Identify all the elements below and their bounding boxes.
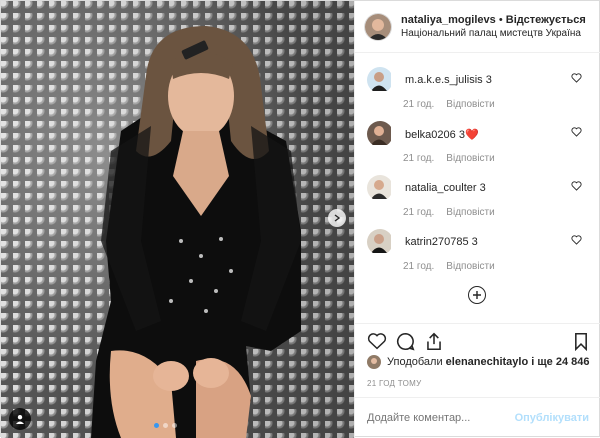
carousel-dot — [163, 423, 168, 428]
reply-button[interactable]: Відповісти — [446, 99, 494, 110]
carousel-dot — [154, 423, 159, 428]
tagged-users-button[interactable] — [9, 408, 31, 430]
commenter-username[interactable]: natalia_coulter — [405, 182, 477, 194]
reply-button[interactable]: Відповісти — [446, 261, 494, 272]
commenter-username[interactable]: belka0206 — [405, 129, 456, 141]
comment-age: 21 год. — [403, 207, 435, 218]
save-bookmark-icon[interactable] — [574, 332, 588, 351]
post-dialog: nataliya_mogilevs • Відстежується Націон… — [0, 0, 600, 438]
comment-age: 21 год. — [403, 261, 435, 272]
post-location[interactable]: Національний палац мистецтв Україна — [401, 27, 586, 41]
publish-button[interactable]: Опублікувати — [515, 412, 589, 424]
comment-item: belka0206 3❤️ 21 год. Відповісти — [367, 121, 592, 164]
post-sidebar: nataliya_mogilevs • Відстежується Націон… — [354, 1, 600, 438]
likes-summary: Уподобали elenanechitaylo і ще 24 846 — [367, 355, 589, 369]
comment-text: 3 — [485, 74, 492, 86]
user-tag-icon — [16, 415, 24, 424]
comment-item: natalia_coulter 3 21 год. Відповісти — [367, 175, 592, 218]
commenter-username[interactable]: katrin270785 — [405, 236, 469, 248]
comment-text: 3 — [479, 182, 486, 194]
avatar-image — [365, 13, 391, 40]
commenter-avatar[interactable] — [367, 67, 393, 93]
follow-status[interactable]: Відстежується — [506, 14, 586, 26]
reply-button[interactable]: Відповісти — [446, 153, 494, 164]
avatar-image — [367, 175, 391, 199]
comment-text: 3❤️ — [458, 128, 479, 141]
author-username[interactable]: nataliya_mogilevs — [401, 14, 496, 26]
carousel-dot — [172, 423, 177, 428]
like-comment-icon[interactable] — [571, 181, 582, 191]
avatar-image — [367, 229, 391, 253]
plus-icon — [473, 291, 481, 299]
comment-age: 21 год. — [403, 99, 435, 110]
header-separator: • — [498, 13, 503, 26]
reply-button[interactable]: Відповісти — [446, 207, 494, 218]
likes-prefix: Уподобали — [387, 356, 443, 368]
like-comment-icon[interactable] — [571, 235, 582, 245]
comment-icon[interactable] — [396, 332, 415, 351]
like-icon[interactable] — [367, 332, 387, 350]
author-avatar[interactable] — [365, 13, 391, 40]
comment-composer: Опублікувати — [355, 397, 600, 438]
commenter-username[interactable]: m.a.k.e.s_julisis — [405, 74, 483, 86]
comment-input[interactable] — [367, 412, 509, 424]
comment-age: 21 год. — [403, 153, 435, 164]
commenter-avatar[interactable] — [367, 175, 393, 201]
next-slide-button[interactable] — [328, 209, 346, 227]
liker-username[interactable]: elenanechitaylo — [446, 356, 529, 368]
post-photo[interactable] — [1, 1, 354, 438]
like-comment-icon[interactable] — [571, 73, 582, 83]
load-more-comments-button[interactable] — [468, 286, 486, 304]
avatar-image — [367, 121, 391, 145]
commenter-avatar[interactable] — [367, 121, 393, 147]
like-comment-icon[interactable] — [571, 127, 582, 137]
comment-text: 3 — [471, 236, 478, 248]
comment-item: katrin270785 3 21 год. Відповісти — [367, 229, 592, 272]
post-timestamp[interactable]: 21 ГОД ТОМУ — [367, 379, 422, 388]
comment-item: m.a.k.e.s_julisis 3 21 год. Відповісти — [367, 67, 592, 110]
avatar-image — [367, 355, 381, 369]
post-header: nataliya_mogilevs • Відстежується Націон… — [355, 1, 600, 53]
likes-count[interactable]: і ще 24 846 — [531, 356, 589, 368]
avatar-image — [367, 67, 391, 91]
chevron-right-icon — [334, 214, 341, 222]
share-icon[interactable] — [425, 332, 443, 351]
commenter-avatar[interactable] — [367, 229, 393, 255]
photo-subject — [91, 26, 301, 438]
liker-avatar[interactable] — [367, 355, 381, 369]
carousel-indicator — [154, 423, 177, 428]
